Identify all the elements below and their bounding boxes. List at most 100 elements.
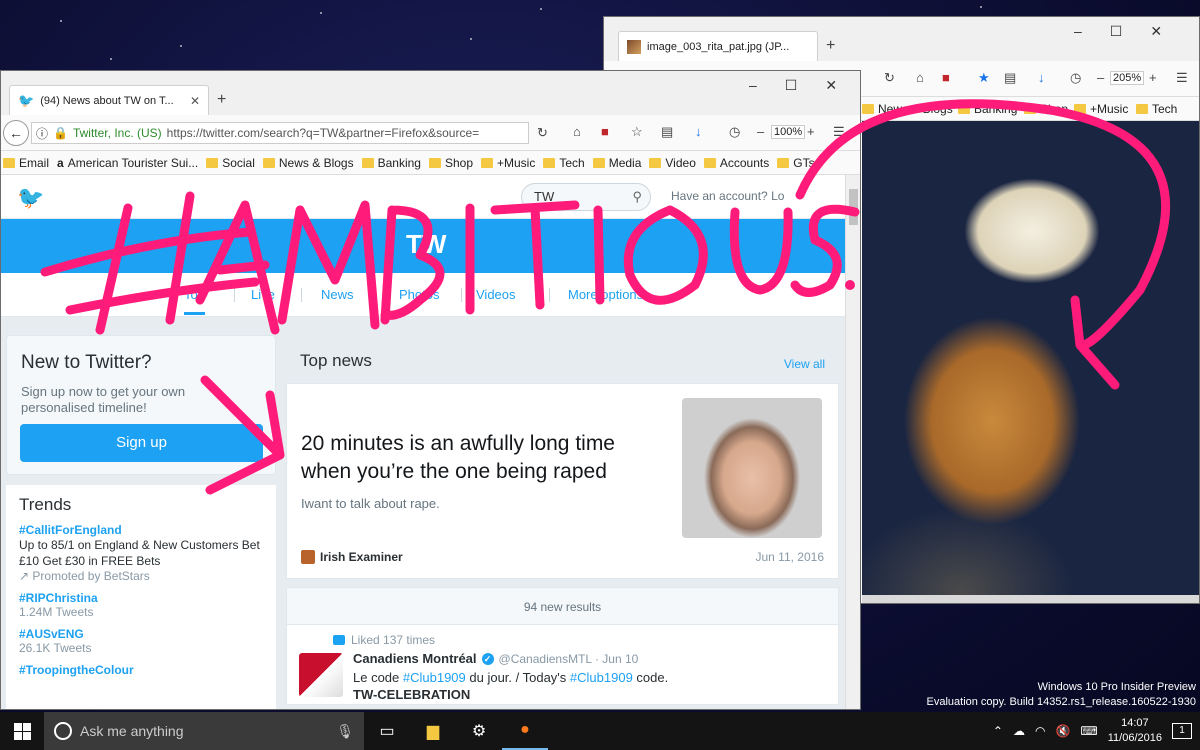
menu-icon[interactable]: ☰ [1176, 70, 1188, 86]
bookmark-email[interactable]: Email [3, 156, 49, 170]
tweet[interactable]: Liked 137 times Canadiens Montréal ✓ @Ca… [286, 625, 839, 705]
trend-tag[interactable]: #RIPChristina [19, 591, 263, 605]
tray-chevron-icon[interactable]: ⌃ [993, 724, 1003, 738]
trend-tag[interactable]: #AUSvENG [19, 627, 263, 641]
close-icon[interactable]: ✕ [825, 77, 837, 94]
search-icon[interactable]: ⚲ [632, 184, 642, 210]
zoom-out-icon[interactable]: – [757, 124, 764, 139]
scrollbar-thumb[interactable] [849, 189, 858, 225]
new-tab-icon[interactable]: + [217, 91, 226, 109]
tab-twitter[interactable]: 🐦 (94) News about TW on T... ✕ [9, 85, 209, 115]
news-headline[interactable]: 20 minutes is an awfully long time when … [301, 430, 661, 486]
trend-tag[interactable]: #TroopingtheColour [19, 663, 263, 677]
trend-item[interactable]: #CallitForEngland Up to 85/1 on England … [19, 523, 263, 583]
microphone-icon[interactable]: 🎙 [336, 723, 354, 740]
file-explorer-icon[interactable]: ▆ [410, 712, 456, 750]
zoom-in-icon[interactable]: + [807, 124, 815, 139]
history-icon[interactable]: ◷ [1070, 70, 1081, 86]
minimize-icon[interactable]: – [749, 77, 757, 94]
history-icon[interactable]: ◷ [729, 124, 740, 140]
menu-icon[interactable]: ☰ [833, 124, 845, 140]
info-icon[interactable]: ⓘ [36, 125, 48, 142]
bookmark-news[interactable]: News & Blogs [262, 156, 354, 170]
bookmark-video[interactable]: Video [649, 156, 696, 170]
settings-icon[interactable]: ⚙ [456, 712, 502, 750]
volume-icon[interactable]: 🔇 [1055, 724, 1070, 738]
zoom-in-icon[interactable]: + [1149, 70, 1157, 85]
close-icon[interactable]: ✕ [1150, 23, 1162, 40]
news-card[interactable]: 20 minutes is an awfully long time when … [286, 383, 839, 579]
tweet-author[interactable]: Canadiens Montréal ✓ @CanadiensMTL · Jun… [353, 651, 638, 666]
bookmark-tech[interactable]: Tech [1136, 102, 1177, 116]
keyboard-icon[interactable]: ⌨ [1080, 724, 1097, 738]
trend-tag[interactable]: #CallitForEngland [19, 523, 263, 537]
zoom-out-icon[interactable]: – [1097, 70, 1104, 85]
tab-top[interactable]: Top [184, 287, 205, 315]
reader-icon[interactable]: ▤ [661, 124, 673, 140]
bookmark-social[interactable]: Social [206, 156, 255, 170]
bookmark-shop[interactable]: Shop [428, 156, 473, 170]
back-button[interactable]: ← [3, 120, 29, 146]
trend-item[interactable]: #RIPChristina 1.24M Tweets [19, 591, 263, 619]
reader-icon[interactable]: ▤ [1004, 70, 1016, 86]
news-image[interactable] [682, 398, 822, 538]
login-link[interactable]: Have an account? Lo [671, 189, 784, 203]
bookmark-music[interactable]: +Music [481, 156, 535, 170]
horizontal-scrollbar[interactable] [862, 595, 1199, 603]
start-button[interactable] [0, 712, 44, 750]
bookmark-gts[interactable]: GTs [777, 156, 815, 170]
url-text[interactable]: https://twitter.com/search?q=TW&partner=… [167, 126, 479, 140]
onedrive-icon[interactable]: ☁ [1013, 724, 1025, 738]
hashtag-link[interactable]: #Club1909 [570, 670, 633, 685]
maximize-icon[interactable]: ☐ [1110, 23, 1123, 40]
wifi-icon[interactable]: ◠ [1035, 724, 1045, 738]
lock-addon-icon[interactable]: ■ [601, 124, 609, 139]
bookmark-banking[interactable]: Banking [361, 156, 421, 170]
home-icon[interactable]: ⌂ [916, 70, 924, 85]
reload-icon[interactable]: ↻ [537, 125, 548, 141]
bookmark-media[interactable]: Media [592, 156, 641, 170]
bookmark-amazon[interactable]: a American Tourister Sui... [57, 156, 198, 170]
tab-live[interactable]: Live [251, 287, 275, 302]
zoom-level[interactable]: 205% [1110, 71, 1145, 85]
trend-item[interactable]: #TroopingtheColour [19, 663, 263, 677]
tab-image[interactable]: image_003_rita_pat.jpg (JP... [618, 31, 818, 61]
reload-icon[interactable]: ↻ [884, 70, 895, 86]
bookmark-star-icon[interactable]: ☆ [631, 124, 643, 140]
cortana-search[interactable]: Ask me anything 🎙 [44, 712, 364, 750]
bookmark-accounts[interactable]: Accounts [703, 156, 769, 170]
view-all-link[interactable]: View all [784, 357, 825, 371]
site-identity[interactable]: Twitter, Inc. (US) [73, 126, 162, 140]
minimize-icon[interactable]: – [1074, 23, 1082, 40]
tab-photos[interactable]: Photos [399, 287, 439, 302]
trend-item[interactable]: #AUSvENG 26.1K Tweets [19, 627, 263, 655]
task-view-icon[interactable]: ▭ [364, 712, 410, 750]
new-tab-icon[interactable]: + [826, 37, 835, 55]
hashtag-link[interactable]: #Club1909 [403, 670, 466, 685]
bookmark-music[interactable]: +Music [1074, 102, 1128, 116]
firefox-icon[interactable]: ● [502, 712, 548, 750]
maximize-icon[interactable]: ☐ [785, 77, 798, 94]
bookmark-banking[interactable]: Banking [958, 102, 1017, 116]
zoom-level[interactable]: 100% [771, 125, 806, 139]
download-icon[interactable]: ↓ [695, 124, 702, 139]
close-tab-icon[interactable]: ✕ [190, 94, 200, 108]
tab-news[interactable]: News [321, 287, 354, 302]
url-bar[interactable]: ⓘ 🔒 Twitter, Inc. (US) https://twitter.c… [31, 122, 529, 144]
signup-button[interactable]: Sign up [20, 424, 263, 462]
search-input[interactable]: TW ⚲ [521, 183, 651, 211]
bookmark-tech[interactable]: Tech [543, 156, 585, 170]
news-source[interactable]: Irish Examiner [301, 550, 403, 564]
new-results-bar[interactable]: 94 new results [286, 587, 839, 625]
action-center-icon[interactable]: 1 [1172, 723, 1192, 739]
download-icon[interactable]: ↓ [1038, 70, 1045, 85]
tab-more-options[interactable]: More options ⌄ [568, 287, 658, 303]
bookmark-shop[interactable]: Shop [1024, 102, 1068, 116]
tab-videos[interactable]: Videos [476, 287, 516, 302]
bookmark-news[interactable]: News & Blogs [862, 102, 953, 116]
twitter-logo-icon[interactable]: 🐦 [17, 185, 44, 211]
image-viewport[interactable] [862, 121, 1199, 603]
vertical-scrollbar[interactable] [845, 175, 860, 709]
avatar[interactable] [299, 653, 343, 697]
lock-icon[interactable]: ■ [942, 70, 950, 85]
